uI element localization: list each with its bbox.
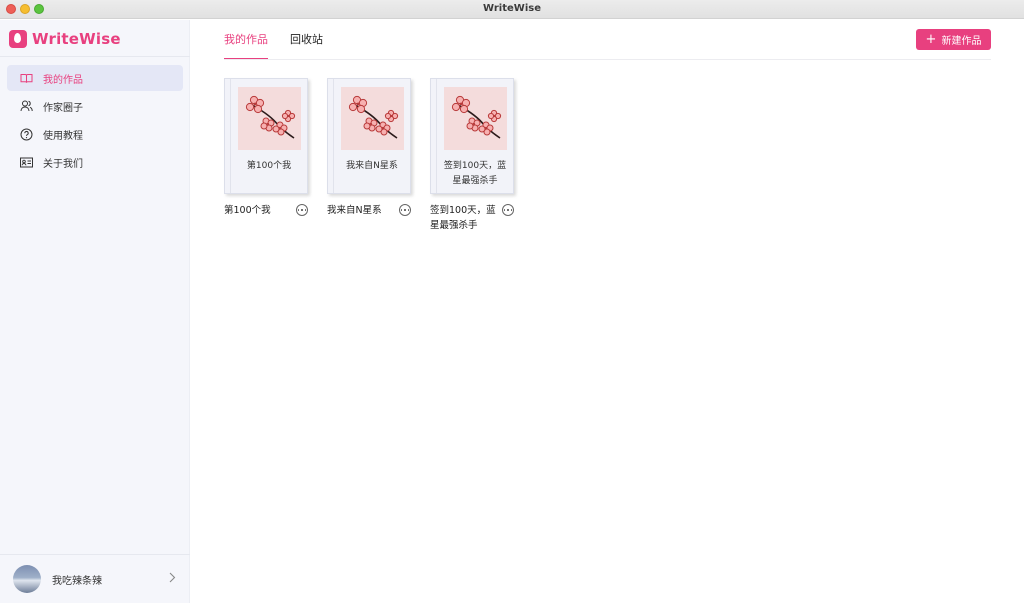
more-options-icon[interactable] (296, 204, 308, 216)
help-circle-icon (19, 127, 33, 141)
plum-blossom-illustration (444, 87, 507, 150)
sidebar-item-my-works[interactable]: 我的作品 (7, 65, 183, 91)
tab-bar: 我的作品 回收站 (224, 20, 345, 60)
window-title: WriteWise (483, 3, 541, 14)
works-grid: 第100个我 第100个我 我来自N星系 我来自N星系 签到100天，蓝星最强杀… (224, 78, 533, 233)
avatar[interactable] (13, 565, 41, 593)
work-card: 我来自N星系 我来自N星系 (327, 78, 418, 233)
people-icon (19, 99, 33, 113)
user-profile[interactable]: 我吃辣条辣 (0, 554, 190, 603)
sidebar-item-label: 使用教程 (43, 130, 83, 142)
plum-blossom-illustration (238, 87, 301, 150)
work-card: 第100个我 第100个我 (224, 78, 315, 233)
tab-my-works[interactable]: 我的作品 (224, 20, 268, 60)
divider (0, 56, 190, 57)
brand-logo-icon (9, 30, 27, 48)
sidebar: WriteWise 我的作品 作家圈子 使用教程 关于我们 我吃辣条辣 (0, 20, 190, 603)
tab-recycle-bin[interactable]: 回收站 (290, 20, 323, 60)
book-cover-title: 我来自N星系 (346, 161, 398, 171)
main-content: 我的作品 回收站 + 新建作品 第100个我 第100个我 我来自N星系 我来自… (190, 20, 1024, 603)
book-cover[interactable]: 我来自N星系 (327, 78, 411, 194)
book-cover-title: 第100个我 (246, 161, 292, 171)
book-cover[interactable]: 签到100天，蓝星最强杀手 (430, 78, 514, 194)
work-name: 我来自N星系 (327, 205, 382, 216)
work-footer: 我来自N星系 (327, 203, 418, 218)
new-work-button[interactable]: + 新建作品 (916, 29, 991, 50)
book-open-icon (19, 71, 33, 85)
book-spine (230, 79, 231, 193)
work-footer: 签到100天，蓝星最强杀手 (430, 203, 521, 233)
sidebar-item-label: 关于我们 (43, 158, 83, 170)
book-spine (333, 79, 334, 193)
app-window: WriteWise WriteWise 我的作品 作家圈子 使用教程 关于我们 … (0, 0, 1024, 603)
sidebar-item-tutorial[interactable]: 使用教程 (7, 121, 183, 147)
sidebar-item-writer-circle[interactable]: 作家圈子 (7, 93, 183, 119)
book-spine (436, 79, 437, 193)
work-footer: 第100个我 (224, 203, 315, 218)
chevron-right-icon[interactable] (169, 572, 176, 586)
more-options-icon[interactable] (399, 204, 411, 216)
work-name: 签到100天，蓝星最强杀手 (430, 205, 496, 231)
book-cover-title: 签到100天，蓝星最强杀手 (443, 161, 507, 186)
work-card: 签到100天，蓝星最强杀手 签到100天，蓝星最强杀手 (430, 78, 521, 233)
book-cover[interactable]: 第100个我 (224, 78, 308, 194)
work-name: 第100个我 (224, 205, 271, 216)
brand-name: WriteWise (32, 30, 121, 48)
more-options-icon[interactable] (502, 204, 514, 216)
plum-blossom-illustration (341, 87, 404, 150)
divider (224, 59, 991, 60)
plus-icon: + (925, 32, 937, 47)
id-card-icon (19, 155, 33, 169)
sidebar-item-label: 作家圈子 (43, 102, 83, 114)
user-name: 我吃辣条辣 (52, 575, 102, 587)
title-bar: WriteWise (0, 0, 1024, 19)
sidebar-item-about-us[interactable]: 关于我们 (7, 149, 183, 175)
sidebar-item-label: 我的作品 (43, 74, 83, 86)
brand: WriteWise (9, 28, 121, 50)
new-work-button-label: 新建作品 (941, 36, 982, 47)
sidebar-nav: 我的作品 作家圈子 使用教程 关于我们 (7, 65, 183, 177)
